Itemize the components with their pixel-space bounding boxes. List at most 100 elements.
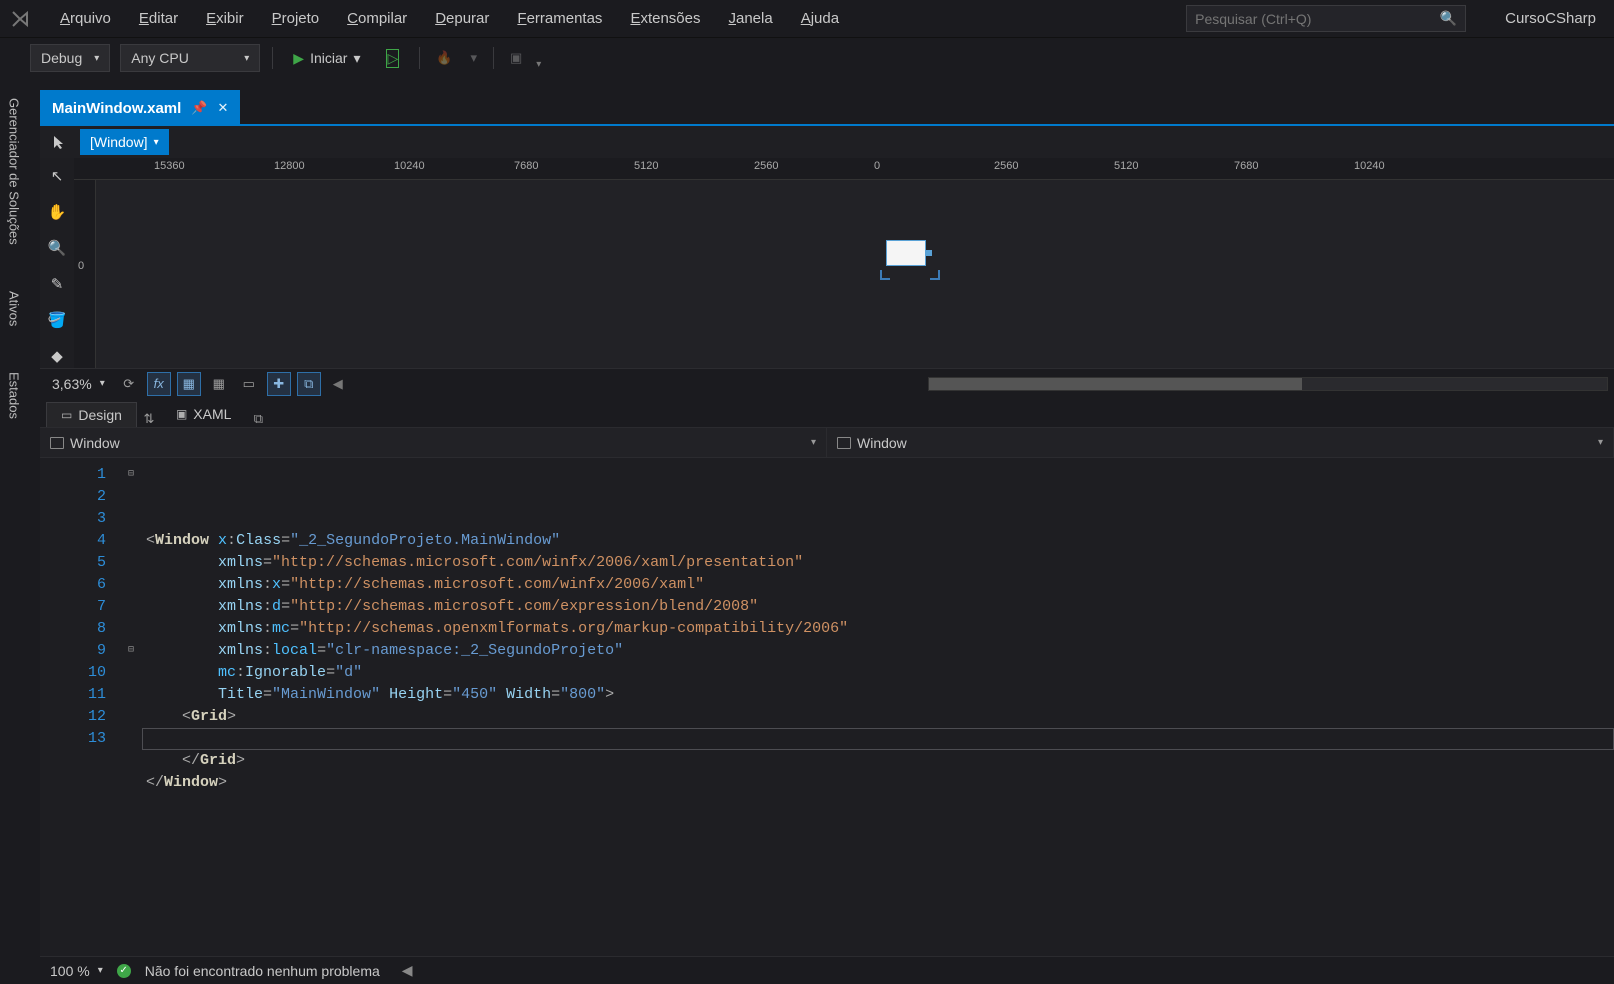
vs-logo-icon (8, 7, 32, 31)
element-dd-label: [Window] (90, 134, 148, 150)
shape-tool-icon[interactable]: ◆ (45, 344, 69, 368)
crumb-right[interactable]: Window ▾ (827, 428, 1614, 457)
ok-status-message: Não foi encontrado nenhum problema (145, 963, 380, 979)
fold-column[interactable]: ⊟⊟ (120, 458, 142, 956)
refresh-icon[interactable]: ⟳ (117, 372, 141, 396)
solution-explorer-tab[interactable]: Gerenciador de Soluções (5, 90, 24, 253)
pointer-icon[interactable] (46, 128, 74, 156)
designer-zoom-dropdown[interactable]: 3,63% ▾ (46, 376, 111, 392)
line-number: 1 (40, 464, 106, 486)
device-icon[interactable]: ⧉ (297, 372, 321, 396)
fold-marker (120, 530, 142, 552)
design-tab-label: Design (78, 407, 122, 423)
element-dropdown[interactable]: [Window] ▾ (80, 129, 169, 155)
designer-zoom-label: 3,63% (52, 376, 92, 392)
code-line[interactable]: </Window> (146, 772, 1614, 794)
grid-icon[interactable]: ▦ (177, 372, 201, 396)
assets-tab[interactable]: Ativos (5, 283, 24, 334)
ruler-h-tick: 7680 (514, 160, 538, 172)
close-icon[interactable]: ✕ (218, 100, 229, 116)
platform-dropdown[interactable]: Any CPU ▾ (120, 44, 260, 72)
code-line[interactable] (146, 794, 1614, 816)
start-noDebug-button[interactable]: ▷ (378, 44, 407, 72)
code-line[interactable]: xmlns:local="clr-namespace:_2_SegundoPro… (146, 640, 1614, 662)
search-box[interactable]: 🔍 (1186, 5, 1466, 32)
bucket-tool-icon[interactable]: 🪣 (45, 308, 69, 332)
ruler-h-tick: 5120 (634, 160, 658, 172)
pin-icon[interactable]: 📌 (191, 100, 207, 116)
document-tab[interactable]: MainWindow.xaml 📌 ✕ (40, 90, 240, 124)
fx-icon[interactable]: fx (147, 372, 171, 396)
window-icon (50, 437, 64, 449)
ruler-h-tick: 2560 (754, 160, 778, 172)
code-line[interactable]: <Grid> (146, 706, 1614, 728)
eyedropper-tool-icon[interactable]: ✎ (45, 272, 69, 296)
editor-zoom-dropdown[interactable]: 100 % ▾ (50, 963, 103, 979)
designer-area: [Window] ▾ ↖ ✋ 🔍 ✎ 🪣 ◆ 15360128001024076… (40, 124, 1614, 398)
designer-surface[interactable]: 1536012800102407680512025600256051207680… (74, 158, 1614, 368)
code-line[interactable]: xmlns:mc="http://schemas.openxmlformats.… (146, 618, 1614, 640)
crumb-right-label: Window (857, 435, 907, 451)
code-line[interactable]: </Grid> (146, 750, 1614, 772)
corner-handle[interactable] (930, 270, 940, 280)
collapse-left-icon[interactable]: ◀ (327, 376, 349, 392)
fold-marker[interactable]: ⊟ (120, 640, 142, 662)
select-tool-icon[interactable]: ↖ (45, 164, 69, 188)
config-label: Debug (41, 50, 82, 66)
code-line[interactable]: mc:Ignorable="d" (146, 662, 1614, 684)
states-tab[interactable]: Estados (5, 364, 24, 427)
window-preview-rect (886, 240, 926, 266)
code-line[interactable] (146, 728, 1614, 750)
grid2-icon[interactable]: ▦ (207, 372, 231, 396)
code-editor[interactable]: 12345678910111213 ⊟⊟ <Window x:Class="_2… (40, 458, 1614, 956)
document-tab-label: MainWindow.xaml (52, 100, 181, 117)
code-line[interactable]: Title="MainWindow" Height="450" Width="8… (146, 684, 1614, 706)
hot-reload-icon[interactable]: 🔥 (432, 50, 456, 66)
pan-tool-icon[interactable]: ✋ (45, 200, 69, 224)
search-input[interactable] (1195, 11, 1440, 27)
design-tab[interactable]: ▭ Design (46, 402, 137, 427)
menu-editar[interactable]: Editar (125, 6, 192, 31)
corner-handle[interactable] (880, 270, 890, 280)
overflow-icon[interactable]: ▾ (536, 59, 541, 70)
crumb-left[interactable]: Window ▾ (40, 428, 827, 457)
start-label: Iniciar (310, 50, 347, 66)
designer-scrollbar-h[interactable] (928, 377, 1608, 391)
selected-window-preview[interactable] (886, 240, 948, 288)
code-area[interactable]: <Window x:Class="_2_SegundoProjeto.MainW… (142, 458, 1614, 956)
ruler-h-tick: 7680 (1234, 160, 1258, 172)
menu-compilar[interactable]: Compilar (333, 6, 421, 31)
code-line[interactable]: xmlns:x="http://schemas.microsoft.com/wi… (146, 574, 1614, 596)
resize-handle[interactable] (926, 250, 932, 256)
menu-janela[interactable]: Janela (715, 6, 787, 31)
caret-down-icon: ▾ (154, 137, 159, 148)
document-tabstrip: MainWindow.xaml 📌 ✕ (40, 90, 1614, 124)
snap-icon[interactable]: ▭ (237, 372, 261, 396)
code-line[interactable]: xmlns="http://schemas.microsoft.com/winf… (146, 552, 1614, 574)
code-line[interactable]: xmlns:d="http://schemas.microsoft.com/ex… (146, 596, 1614, 618)
snaplines-icon[interactable]: ✚ (267, 372, 291, 396)
collapse-left-icon[interactable]: ◀ (402, 962, 413, 979)
line-number: 12 (40, 706, 106, 728)
scrollbar-thumb[interactable] (929, 378, 1302, 390)
fold-marker[interactable]: ⊟ (120, 464, 142, 486)
menu-arquivo[interactable]: Arquivo (46, 6, 125, 31)
menu-ferramentas[interactable]: Ferramentas (503, 6, 616, 31)
menu-extensões[interactable]: Extensões (616, 6, 714, 31)
menu-ajuda[interactable]: Ajuda (787, 6, 853, 31)
popout-icon[interactable]: ⧉ (246, 411, 270, 427)
caret-down-icon: ▾ (98, 965, 103, 976)
line-number: 6 (40, 574, 106, 596)
start-button[interactable]: ▶ Iniciar ▾ (285, 44, 368, 72)
layout-icon[interactable]: ▣ (506, 50, 526, 66)
menu-exibir[interactable]: Exibir (192, 6, 258, 31)
designer-canvas[interactable] (96, 180, 1614, 368)
fold-marker (120, 684, 142, 706)
menu-depurar[interactable]: Depurar (421, 6, 503, 31)
menu-projeto[interactable]: Projeto (258, 6, 334, 31)
xaml-tab[interactable]: ▣ XAML (161, 401, 246, 427)
swap-panes-icon[interactable]: ⇅ (137, 411, 161, 427)
config-dropdown[interactable]: Debug ▾ (30, 44, 110, 72)
zoom-tool-icon[interactable]: 🔍 (45, 236, 69, 260)
code-line[interactable]: <Window x:Class="_2_SegundoProjeto.MainW… (146, 530, 1614, 552)
